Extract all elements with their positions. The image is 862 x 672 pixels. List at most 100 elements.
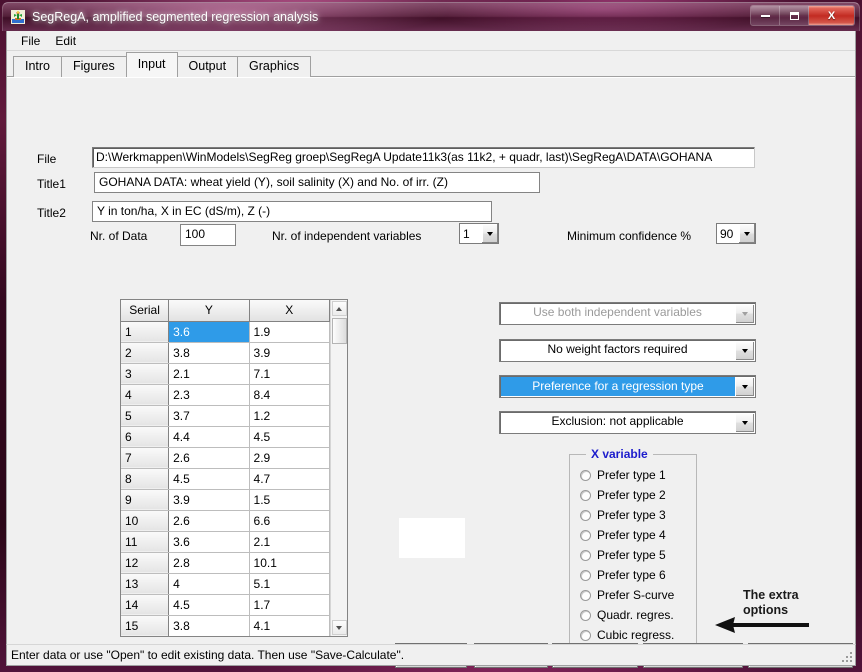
cell-serial[interactable]: 3 <box>121 363 170 385</box>
radio-option-3[interactable]: Prefer type 3 <box>580 505 696 525</box>
title2-input[interactable]: Y in ton/ha, X in EC (dS/m), Z (-) <box>92 201 492 222</box>
cell-y[interactable]: 2.6 <box>168 510 250 532</box>
radio-option-7[interactable]: Prefer S-curve <box>580 585 696 605</box>
cell-serial[interactable]: 12 <box>121 552 170 574</box>
radio-option-1[interactable]: Prefer type 1 <box>580 465 696 485</box>
radio-option-6[interactable]: Prefer type 6 <box>580 565 696 585</box>
cell-y[interactable]: 4.5 <box>168 594 250 616</box>
radio-option-2[interactable]: Prefer type 2 <box>580 485 696 505</box>
cell-x[interactable]: 10.1 <box>249 552 330 574</box>
column-header-x[interactable]: X <box>249 300 330 322</box>
radio-button-icon[interactable] <box>580 469 591 481</box>
regression-type-combo[interactable]: Preference for a regression type <box>499 375 756 398</box>
maximize-button[interactable] <box>780 6 809 25</box>
cell-x[interactable]: 5.1 <box>249 573 330 595</box>
cell-serial[interactable]: 4 <box>121 384 170 406</box>
column-header-serial[interactable]: Serial <box>121 300 170 322</box>
cell-y[interactable]: 4.5 <box>168 468 250 490</box>
cell-x[interactable]: 2.1 <box>249 531 330 553</box>
nr-independent-dropdown-button[interactable] <box>481 224 498 243</box>
radio-button-icon[interactable] <box>580 569 591 581</box>
cell-serial[interactable]: 11 <box>121 531 170 553</box>
cell-y[interactable]: 2.8 <box>168 552 250 574</box>
table-row[interactable]: 4 2.3 8.4 <box>121 384 330 406</box>
radio-button-icon[interactable] <box>580 489 591 501</box>
cell-serial[interactable]: 2 <box>121 342 170 364</box>
radio-button-icon[interactable] <box>580 589 591 601</box>
radio-option-4[interactable]: Prefer type 4 <box>580 525 696 545</box>
radio-button-icon[interactable] <box>580 609 591 621</box>
cell-serial[interactable]: 10 <box>121 510 170 532</box>
weight-factors-combo[interactable]: No weight factors required <box>499 339 756 362</box>
cell-x[interactable]: 1.9 <box>249 321 330 343</box>
cell-serial[interactable]: 1 <box>121 321 170 343</box>
table-row[interactable]: 3 2.1 7.1 <box>121 363 330 385</box>
window-titlebar[interactable]: SegRegA, amplified segmented regression … <box>2 2 860 31</box>
cell-serial[interactable]: 9 <box>121 489 170 511</box>
radio-button-icon[interactable] <box>580 509 591 521</box>
minimize-button[interactable] <box>751 6 780 25</box>
radio-option-5[interactable]: Prefer type 5 <box>580 545 696 565</box>
cell-y[interactable]: 3.9 <box>168 489 250 511</box>
cell-y[interactable]: 3.8 <box>168 342 250 364</box>
tab-input[interactable]: Input <box>125 52 178 77</box>
scrollbar-thumb[interactable] <box>332 318 347 344</box>
resize-grip-icon[interactable] <box>841 651 853 663</box>
table-row[interactable]: 1 3.6 1.9 <box>121 321 330 343</box>
cell-y[interactable]: 2.6 <box>168 447 250 469</box>
scroll-down-button[interactable] <box>331 620 347 635</box>
menu-edit[interactable]: Edit <box>49 32 85 50</box>
cell-x[interactable]: 4.7 <box>249 468 330 490</box>
cell-y[interactable]: 3.7 <box>168 405 250 427</box>
cell-serial[interactable]: 5 <box>121 405 170 427</box>
column-header-y[interactable]: Y <box>168 300 250 322</box>
cell-y[interactable]: 4 <box>168 573 250 595</box>
table-row[interactable]: 8 4.5 4.7 <box>121 468 330 490</box>
cell-x[interactable]: 6.6 <box>249 510 330 532</box>
radio-option-8[interactable]: Quadr. regres. <box>580 605 696 625</box>
radio-button-icon[interactable] <box>580 549 591 561</box>
min-confidence-dropdown-button[interactable] <box>738 224 755 243</box>
radio-option-9[interactable]: Cubic regress. <box>580 625 696 645</box>
cell-x[interactable]: 1.2 <box>249 405 330 427</box>
cell-serial[interactable]: 13 <box>121 573 170 595</box>
cell-y[interactable]: 4.4 <box>168 426 250 448</box>
cell-serial[interactable]: 15 <box>121 615 170 636</box>
min-confidence-combo[interactable]: 90 <box>716 223 756 244</box>
scroll-up-button[interactable] <box>331 301 347 316</box>
cell-y[interactable]: 3.8 <box>168 615 250 636</box>
close-button[interactable]: X <box>809 6 854 25</box>
exclusion-dropdown-button[interactable] <box>735 413 754 432</box>
cell-y[interactable]: 3.6 <box>168 531 250 553</box>
independent-variables-combo[interactable]: Use both independent variables <box>499 302 756 325</box>
table-row[interactable]: 9 3.9 1.5 <box>121 489 330 511</box>
table-row[interactable]: 12 2.8 10.1 <box>121 552 330 574</box>
cell-serial[interactable]: 14 <box>121 594 170 616</box>
nr-independent-combo[interactable]: 1 <box>459 223 499 244</box>
cell-y[interactable]: 2.3 <box>168 384 250 406</box>
tab-graphics[interactable]: Graphics <box>237 56 312 77</box>
nr-of-data-input[interactable]: 100 <box>180 224 236 246</box>
cell-serial[interactable]: 7 <box>121 447 170 469</box>
independent-variables-dropdown-button[interactable] <box>735 304 754 323</box>
cell-serial[interactable]: 6 <box>121 426 170 448</box>
table-row[interactable]: 11 3.6 2.1 <box>121 531 330 553</box>
file-input[interactable]: D:\Werkmappen\WinModels\SegReg groep\Seg… <box>92 147 755 168</box>
cell-serial[interactable]: 8 <box>121 468 170 490</box>
data-grid[interactable]: Serial Y X 1 3.6 1.9 2 3.8 3.9 3 2.1 7.1 4 2.3 8.4 5… <box>120 299 348 637</box>
regression-type-dropdown-button[interactable] <box>735 377 754 396</box>
grid-vertical-scrollbar[interactable] <box>330 300 347 636</box>
table-row[interactable]: 7 2.6 2.9 <box>121 447 330 469</box>
menu-file[interactable]: File <box>15 32 49 50</box>
cell-x[interactable]: 1.7 <box>249 594 330 616</box>
table-row[interactable]: 15 3.8 4.1 <box>121 615 330 636</box>
cell-x[interactable]: 4.1 <box>249 615 330 636</box>
tab-output[interactable]: Output <box>176 56 239 77</box>
table-row[interactable]: 2 3.8 3.9 <box>121 342 330 364</box>
cell-x[interactable]: 1.5 <box>249 489 330 511</box>
table-row[interactable]: 14 4.5 1.7 <box>121 594 330 616</box>
exclusion-combo[interactable]: Exclusion: not applicable <box>499 411 756 434</box>
cell-y[interactable]: 3.6 <box>168 321 250 343</box>
radio-button-icon[interactable] <box>580 529 591 541</box>
title1-input[interactable]: GOHANA DATA: wheat yield (Y), soil salin… <box>94 172 540 193</box>
